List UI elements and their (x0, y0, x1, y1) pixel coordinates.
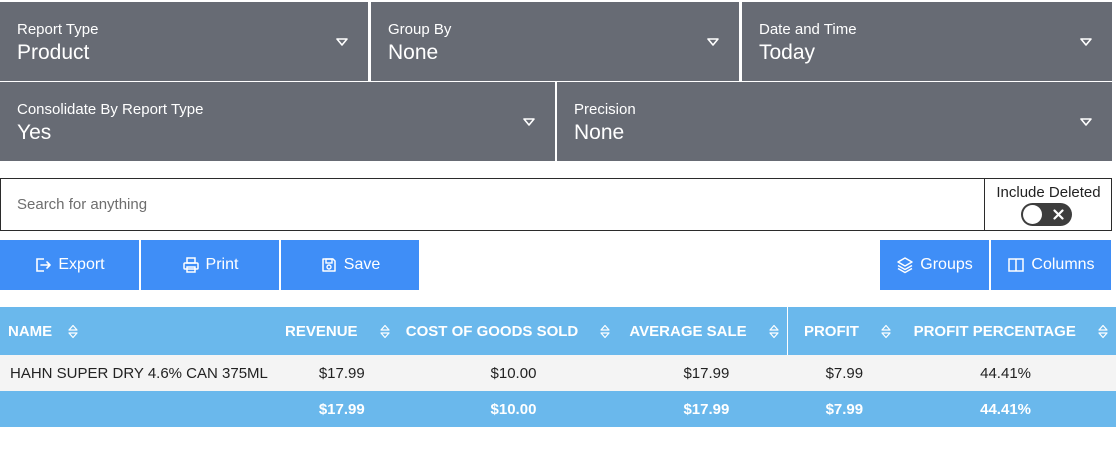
column-header-average-sale[interactable]: Average Sale (618, 307, 788, 355)
search-input[interactable] (1, 179, 984, 230)
consolidate-label: Consolidate By Report Type (17, 101, 204, 118)
sort-icon (68, 324, 78, 339)
printer-icon (182, 257, 199, 273)
column-header-name[interactable]: Name (0, 307, 276, 355)
column-header-profit-percentage[interactable]: Profit Percentage (899, 307, 1116, 355)
sort-icon (1098, 324, 1108, 339)
totals-row: $17.99 $10.00 $17.99 $7.99 44.41% (0, 391, 1116, 427)
table-row[interactable]: HAHN SUPER DRY 4.6% CAN 375ML $17.99 $10… (0, 355, 1116, 391)
columns-icon (1008, 258, 1025, 272)
date-time-label: Date and Time (759, 21, 857, 38)
total-revenue: $17.99 (275, 391, 398, 427)
cell-revenue: $17.99 (275, 355, 398, 391)
caret-down-icon (707, 38, 719, 46)
total-profit: $7.99 (787, 391, 900, 427)
table-header-row: Name Revenue Cost of Goods Sold Average … (0, 307, 1116, 355)
layers-icon (897, 257, 914, 274)
groups-button[interactable]: Groups (880, 240, 989, 290)
save-label: Save (343, 256, 381, 273)
include-deleted-label: Include Deleted (996, 184, 1101, 201)
export-label: Export (58, 256, 105, 273)
report-type-label: Report Type (17, 21, 99, 38)
column-header-label: Profit Percentage (913, 322, 1076, 340)
toggle-knob (1023, 205, 1042, 224)
column-header-label: Profit (803, 322, 859, 340)
group-by-dropdown[interactable]: Group By None (371, 2, 739, 81)
total-profit-percentage: 44.41% (899, 391, 1116, 427)
column-header-label: Name (8, 322, 53, 340)
precision-value: None (574, 121, 625, 144)
consolidate-value: Yes (17, 121, 52, 144)
date-time-dropdown[interactable]: Date and Time Today (742, 2, 1112, 81)
export-icon (36, 258, 52, 272)
total-cogs: $10.00 (397, 391, 619, 427)
cell-cogs: $10.00 (397, 355, 619, 391)
cell-average-sale: $17.99 (618, 355, 788, 391)
total-name (0, 391, 276, 427)
column-header-cogs[interactable]: Cost of Goods Sold (397, 307, 619, 355)
print-label: Print (205, 256, 239, 273)
columns-button[interactable]: Columns (991, 240, 1111, 290)
column-header-label: Cost of Goods Sold (405, 322, 579, 340)
caret-down-icon (1080, 118, 1092, 126)
caret-down-icon (336, 38, 348, 46)
columns-label: Columns (1031, 256, 1095, 273)
column-header-label: Average Sale (629, 322, 747, 340)
group-by-label: Group By (388, 21, 452, 38)
report-type-value: Product (17, 41, 90, 64)
include-deleted-control: Include Deleted (984, 179, 1111, 230)
include-deleted-toggle[interactable] (1021, 203, 1072, 226)
precision-label: Precision (574, 101, 636, 118)
report-type-dropdown[interactable]: Report Type Product (0, 2, 368, 81)
sort-icon (380, 324, 390, 339)
column-header-profit[interactable]: Profit (786, 307, 900, 355)
caret-down-icon (1080, 38, 1092, 46)
export-button[interactable]: Export (0, 240, 139, 290)
close-icon (1053, 209, 1064, 220)
print-button[interactable]: Print (141, 240, 279, 290)
cell-name: HAHN SUPER DRY 4.6% CAN 375ML (0, 355, 276, 391)
save-button[interactable]: Save (281, 240, 419, 290)
group-by-value: None (388, 41, 439, 64)
caret-down-icon (523, 118, 535, 126)
cell-profit-percentage: 44.41% (899, 355, 1116, 391)
date-time-value: Today (759, 41, 816, 64)
groups-label: Groups (920, 256, 973, 273)
column-header-label: Revenue (285, 322, 358, 340)
cell-profit: $7.99 (787, 355, 900, 391)
total-average-sale: $17.99 (618, 391, 788, 427)
floppy-disk-icon (322, 258, 336, 272)
column-header-revenue[interactable]: Revenue (275, 307, 398, 355)
consolidate-dropdown[interactable]: Consolidate By Report Type Yes (0, 82, 555, 161)
report-table: Name Revenue Cost of Goods Sold Average … (0, 307, 1116, 427)
sort-icon (769, 324, 779, 339)
search-bar: Include Deleted (0, 178, 1112, 231)
sort-icon (881, 324, 891, 339)
sort-icon (600, 324, 611, 339)
precision-dropdown[interactable]: Precision None (557, 82, 1112, 161)
